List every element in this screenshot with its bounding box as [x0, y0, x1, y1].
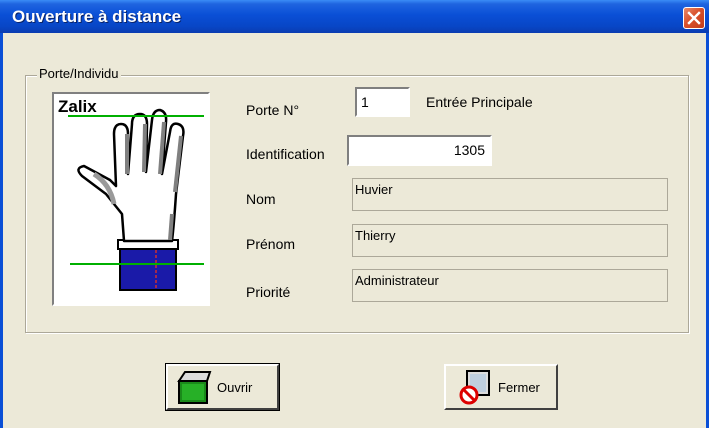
porte-value: 1 — [361, 94, 369, 110]
identification-value: 1305 — [453, 142, 485, 158]
window-title: Ouverture à distance — [12, 7, 182, 26]
prenom-field: Thierry — [352, 224, 668, 257]
close-icon — [687, 11, 701, 25]
hand-scanner-icon — [68, 108, 204, 291]
title-bar[interactable]: Ouverture à distance — [0, 0, 709, 33]
prenom-label: Prénom — [246, 236, 296, 252]
priorite-field: Administrateur — [352, 269, 668, 302]
nom-label: Nom — [246, 191, 276, 207]
groupbox-legend: Porte/Individu — [37, 66, 121, 81]
close-button-label: Fermer — [498, 379, 540, 395]
open-button-label: Ouvrir — [217, 379, 253, 395]
nom-field: Huvier — [352, 178, 668, 211]
hand-scanner-image: Zalix — [52, 92, 210, 306]
door-closed-icon — [459, 370, 490, 405]
open-button[interactable]: Ouvrir — [165, 363, 280, 411]
close-window-button[interactable] — [683, 7, 705, 29]
porte-name: Entrée Principale — [426, 94, 533, 110]
door-open-icon — [177, 371, 212, 404]
close-button[interactable]: Fermer — [444, 364, 558, 410]
identification-label: Identification — [246, 146, 325, 162]
remote-open-dialog: Ouverture à distance Porte/Individu Zali… — [0, 0, 709, 428]
window-frame-left — [0, 33, 3, 428]
porte-label: Porte N° — [246, 102, 300, 118]
identification-input[interactable]: 1305 — [347, 135, 492, 166]
priorite-label: Priorité — [246, 284, 291, 300]
porte-input[interactable]: 1 — [355, 87, 410, 117]
